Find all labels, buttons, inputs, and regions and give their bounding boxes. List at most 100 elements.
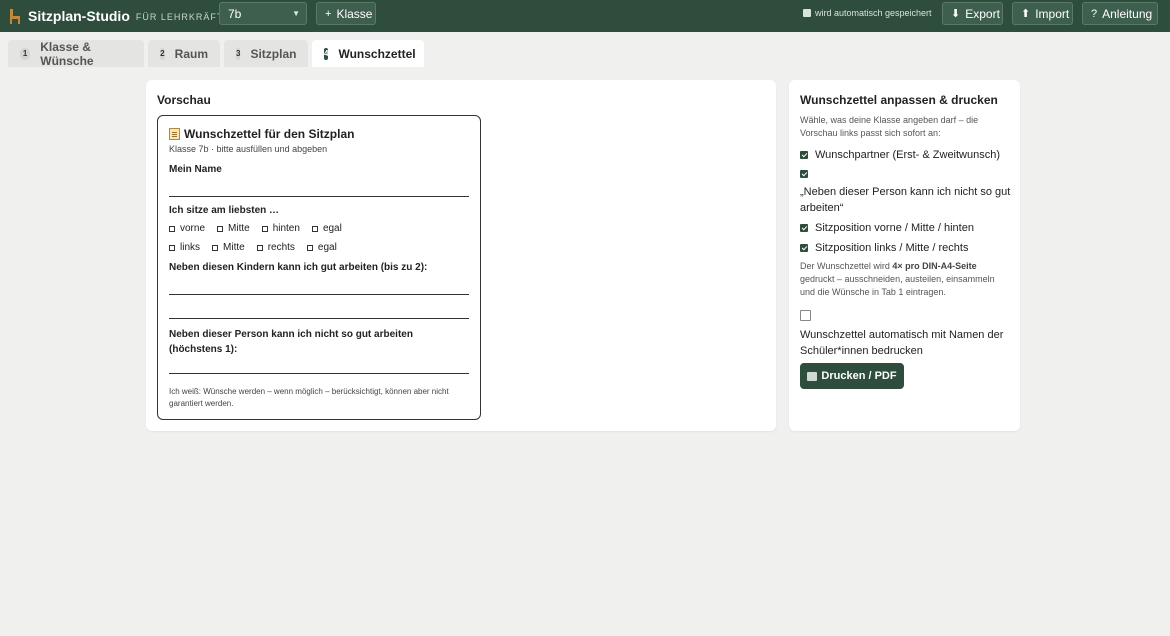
preview-heading: Vorschau <box>157 93 211 107</box>
checkbox-square <box>311 225 318 232</box>
option-label: Sitzposition vorne / Mitte / hinten <box>815 222 974 234</box>
checkbox-square <box>261 225 268 232</box>
option-wunschpartner[interactable]: Wunschpartner (Erst- & Zweitwunsch) <box>800 149 1000 161</box>
import-label: Import <box>1035 6 1070 21</box>
option-mitte: Mitte <box>212 242 245 253</box>
seat-label: Ich sitze am liebsten … <box>169 205 280 216</box>
note-bold: 4× pro DIN-A4-Seite <box>892 261 977 271</box>
chevron-down-icon: ▼ <box>292 9 300 18</box>
tab-label: Wunschzettel <box>338 46 416 61</box>
help-label: Anleitung <box>1102 6 1153 21</box>
question-icon: ? <box>1091 7 1098 20</box>
checkbox[interactable] <box>800 151 808 159</box>
top-bar: Sitzplan-Studio FÜR LEHRKRÄFTE 7b ▼ + Kl… <box>0 0 1170 32</box>
print-button[interactable]: Drucken / PDF <box>800 363 904 389</box>
class-select[interactable]: 7b ▼ <box>219 2 307 25</box>
checkbox-square <box>169 225 175 232</box>
partner-line-1 <box>169 294 469 295</box>
slip-footer: Ich weiß: Wünsche werden – wenn möglich … <box>169 387 449 408</box>
slip-title: Wunschzettel für den Sitzplan <box>169 127 354 141</box>
option-label: vorne <box>180 223 206 234</box>
option-egal: egal <box>311 223 342 234</box>
option-label: Wunschzettel automatisch mit Namen der S… <box>800 329 1004 357</box>
slip-title-text: Wunschzettel für den Sitzplan <box>184 127 355 141</box>
option-mitte: Mitte <box>217 223 250 234</box>
settings-description: Wähle, was deine Klasse angeben darf – d… <box>800 115 979 138</box>
download-icon: ⬇ <box>951 8 961 20</box>
option-label: „Neben dieser Person kann ich nicht so g… <box>800 186 1011 214</box>
add-class-label: Klasse <box>336 6 373 21</box>
option-links: links <box>169 242 200 253</box>
option-rechts: rechts <box>256 242 295 253</box>
avoid-line <box>169 373 469 374</box>
checkbox-square <box>217 225 224 232</box>
plus-icon: + <box>325 7 332 20</box>
option-links-rechts[interactable]: Sitzposition links / Mitte / rechts <box>800 242 968 254</box>
name-label: Mein Name <box>169 164 222 175</box>
avoid-label: Neben dieser Person kann ich nicht so gu… <box>169 329 413 355</box>
tab-number: 2 <box>160 47 165 60</box>
option-label: Mitte <box>223 242 245 253</box>
printer-icon <box>807 371 818 381</box>
option-label: egal <box>317 242 337 253</box>
help-button[interactable]: ? Anleitung <box>1082 2 1158 25</box>
autosave-status: wird automatisch gespeichert <box>803 8 932 18</box>
app-subtitle: FÜR LEHRKRÄFTE <box>135 12 231 22</box>
option-print-names[interactable]: Wunschzettel automatisch mit Namen der S… <box>800 308 1015 359</box>
tab-bar: 1 Klasse & Wünsche 2 Raum 3 Sitzplan 4 W… <box>0 32 1170 68</box>
name-line <box>169 196 469 197</box>
option-label: rechts <box>267 242 295 253</box>
option-label: hinten <box>272 223 300 234</box>
tab-label: Raum <box>174 46 208 61</box>
chair-icon <box>8 8 22 24</box>
seat-row-left-right: links Mitte rechts egal <box>169 242 349 253</box>
slip-subtitle: Klasse 7b · bitte ausfüllen und abgeben <box>169 144 328 154</box>
checkbox[interactable] <box>800 170 808 178</box>
tab-label: Klasse & Wünsche <box>40 39 94 68</box>
seat-row-front-back: vorne Mitte hinten egal <box>169 223 354 234</box>
checkbox-square <box>169 244 175 251</box>
checkbox-square <box>306 244 313 251</box>
checkbox[interactable] <box>800 224 808 232</box>
option-label: links <box>180 242 201 253</box>
note-text: gedruckt – ausschneiden, austeilen, eins… <box>800 274 995 297</box>
option-vorne: vorne <box>169 223 205 234</box>
brand: Sitzplan-Studio FÜR LEHRKRÄFTE <box>8 0 230 32</box>
partner-label: Neben diesen Kindern kann ich gut arbeit… <box>169 262 428 273</box>
checkbox[interactable] <box>800 244 808 252</box>
export-button[interactable]: ⬇ Export <box>942 2 1003 25</box>
tab-label: Sitzplan <box>250 46 297 61</box>
preview-card: Vorschau Wunschzettel für den Sitzplan K… <box>146 80 776 431</box>
tab-number: 3 <box>236 47 241 60</box>
autosave-text: wird automatisch gespeichert <box>815 8 932 18</box>
export-label: Export <box>965 6 1000 21</box>
tab-wunschzettel[interactable]: 4 Wunschzettel <box>312 40 424 67</box>
partner-line-2 <box>169 318 469 319</box>
print-note: Der Wunschzettel wird 4× pro DIN-A4-Seit… <box>800 260 1010 299</box>
tab-number: 4 <box>324 47 329 60</box>
option-egal: egal <box>306 242 337 253</box>
checkbox-square <box>212 244 219 251</box>
app-title: Sitzplan-Studio <box>28 8 130 24</box>
option-label: Mitte <box>228 223 250 234</box>
upload-icon: ⬆ <box>1021 8 1031 20</box>
class-select-value: 7b <box>228 6 242 21</box>
tab-klasse-wuensche[interactable]: 1 Klasse & Wünsche <box>8 39 144 68</box>
add-class-button[interactable]: + Klasse <box>316 2 376 25</box>
option-label: Wunschpartner (Erst- & Zweitwunsch) <box>815 149 1001 161</box>
settings-card: Wunschzettel anpassen & drucken Wähle, w… <box>789 80 1020 431</box>
tab-raum[interactable]: 2 Raum <box>148 40 220 67</box>
note-text: Der Wunschzettel wird <box>800 261 893 271</box>
option-vorne-hinten[interactable]: Sitzposition vorne / Mitte / hinten <box>800 222 974 234</box>
wish-slip-preview: Wunschzettel für den Sitzplan Klasse 7b … <box>157 115 481 420</box>
option-label: Sitzposition links / Mitte / rechts <box>815 242 969 254</box>
checkbox[interactable] <box>800 310 811 321</box>
import-button[interactable]: ⬆ Import <box>1012 2 1073 25</box>
save-icon <box>803 9 811 17</box>
tab-sitzplan[interactable]: 3 Sitzplan <box>224 40 308 67</box>
memo-icon <box>169 128 180 140</box>
checkbox-square <box>256 244 263 251</box>
option-hinten: hinten <box>261 223 300 234</box>
option-avoid-person[interactable]: „Neben dieser Person kann ich nicht so g… <box>800 168 1015 216</box>
settings-heading: Wunschzettel anpassen & drucken <box>800 93 998 107</box>
